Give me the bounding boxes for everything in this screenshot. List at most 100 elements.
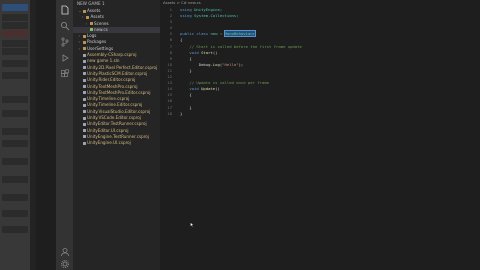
tree-item-label: Unity.Timeline.csproj: [87, 96, 130, 102]
folder-icon: [82, 9, 86, 13]
folder-icon: [82, 34, 86, 38]
inspector-field[interactable]: [2, 4, 28, 11]
inspector-field[interactable]: [2, 194, 28, 201]
code-editor[interactable]: Assets > C# new.cs 1 2 3 4 5 6 7 8 9 10 11 12 13 14 15…: [160, 0, 480, 270]
tree-item-label: UnityEditor.UI.csproj: [87, 127, 129, 133]
explorer-panel: NEW GAME 1 ⌄ Assets › Assets › Scenes new.cs › L…: [73, 0, 160, 270]
folder-icon: [89, 22, 93, 26]
activity-bar: [56, 0, 73, 270]
inspector-field[interactable]: [2, 96, 28, 103]
csharp-file-icon: [89, 28, 93, 32]
folder-icon: [86, 15, 89, 19]
mouse-cursor: [190, 212, 194, 228]
tree-item-label: Assembly-CSharp.csproj: [87, 52, 137, 58]
unity-inspector-strip: [0, 0, 31, 270]
panel-divider: [30, 0, 36, 270]
code-area[interactable]: using UnityEngine; using System.Collectio…: [180, 7, 302, 117]
tree-item-label: Assets: [87, 8, 101, 13]
tree-item-label: UnityEditor.TestRunner.csproj: [87, 121, 147, 127]
tree-item-label: Logs: [87, 33, 97, 39]
file-icon: [82, 72, 86, 76]
tree-item-label: Packages: [87, 39, 107, 45]
files-icon[interactable]: [59, 4, 70, 15]
inspector-field[interactable]: [2, 210, 28, 217]
file-icon: [82, 91, 86, 95]
file-icon: [82, 122, 86, 126]
inspector-field[interactable]: [2, 48, 28, 55]
tree-item-label: Unity.2D.Pixel Perfect.Editor.csproj: [87, 64, 158, 70]
search-icon[interactable]: [59, 20, 70, 31]
inspector-field[interactable]: [2, 226, 28, 233]
code-token: // Update is called once per frame: [180, 80, 270, 86]
tree-item-label: Unity.Timeline.Editor.csproj: [87, 102, 143, 108]
folder-icon: [82, 47, 86, 51]
folder-icon: [82, 40, 86, 44]
account-icon[interactable]: [59, 246, 70, 257]
code-token: :: [219, 31, 225, 37]
code-token: new: [210, 31, 220, 37]
code-token: (): [215, 86, 220, 92]
code-token: using: [180, 7, 195, 12]
file-icon: [82, 53, 86, 57]
code-token: Update: [201, 86, 216, 92]
inspector-field[interactable]: [2, 30, 28, 37]
extensions-icon[interactable]: [59, 68, 70, 79]
line-number: 18: [167, 111, 172, 116]
code-token: System.Collections;: [194, 13, 239, 19]
gear-icon[interactable]: [59, 258, 70, 269]
line-number-gutter: 1 2 3 4 5 6 7 8 9 10 11 12 13 14 15 16 17 18: [160, 7, 175, 117]
run-debug-icon[interactable]: [59, 52, 70, 63]
tree-item-label: Unity.TextMeshPro.csproj: [87, 83, 138, 89]
tree-item-label: Unity.TextMeshPro.Editor.csproj: [87, 89, 151, 95]
code-token: }: [180, 67, 192, 73]
code-token: {: [180, 55, 192, 61]
file-tree: ⌄ Assets › Assets › Scenes new.cs › Logs › Package…: [73, 8, 160, 147]
code-token: void: [180, 49, 202, 55]
code-token: Start: [201, 49, 213, 55]
source-control-icon[interactable]: [59, 36, 70, 47]
code-token: Log: [212, 61, 220, 67]
file-icon: [82, 135, 86, 139]
inspector-field[interactable]: [2, 14, 28, 21]
inspector-field[interactable]: [2, 110, 28, 117]
explorer-header[interactable]: NEW GAME 1: [73, 0, 160, 8]
inspector-field[interactable]: [2, 60, 28, 67]
code-token: );: [238, 61, 244, 67]
file-icon: [82, 59, 86, 63]
code-token: MonoBehaviour: [223, 30, 256, 38]
inspector-field[interactable]: [2, 128, 28, 135]
tree-item-label: UnityEngine.UI.csproj: [87, 140, 131, 146]
tree-item-label: Unity.VisualStudio.Editor.csproj: [87, 108, 151, 114]
file-icon: [82, 110, 86, 114]
code-token: (): [212, 49, 218, 55]
inspector-field[interactable]: [2, 158, 28, 165]
inspector-field[interactable]: [2, 72, 28, 79]
code-token: // Start is called before the first fram…: [180, 43, 302, 49]
tree-item-label: Assets: [90, 14, 104, 20]
inspector-field[interactable]: [2, 40, 28, 47]
code-token: {: [180, 92, 192, 98]
code-line[interactable]: }: [180, 111, 302, 117]
code-token: "Hello": [222, 61, 239, 67]
code-token: public class: [180, 31, 211, 37]
tree-item-label: UnityEngine.TestRunner.csproj: [87, 133, 149, 139]
tree-item-label: Scenes: [94, 20, 109, 26]
breadcrumb[interactable]: Assets > C# new.cs: [163, 0, 201, 6]
code-token: void: [180, 86, 202, 92]
file-icon: [82, 85, 86, 89]
tree-item-label: Unity.PlasticSCM.Editor.csproj: [87, 70, 148, 76]
tree-item[interactable]: UnityEngine.UI.csproj: [73, 140, 160, 146]
file-icon: [82, 116, 86, 120]
inspector-field[interactable]: [2, 176, 28, 183]
file-icon: [82, 97, 86, 101]
code-token: }: [180, 110, 183, 116]
tree-item-label: new game 1.sln: [87, 58, 120, 64]
tree-item-label: Unity.Rider.Editor.csproj: [87, 77, 136, 83]
file-icon: [82, 66, 86, 70]
code-token: {: [180, 37, 183, 43]
inspector-field[interactable]: [2, 140, 28, 147]
code-token: UnityEngine;: [194, 7, 223, 12]
inspector-field[interactable]: [2, 22, 28, 29]
code-token: }: [180, 104, 192, 110]
